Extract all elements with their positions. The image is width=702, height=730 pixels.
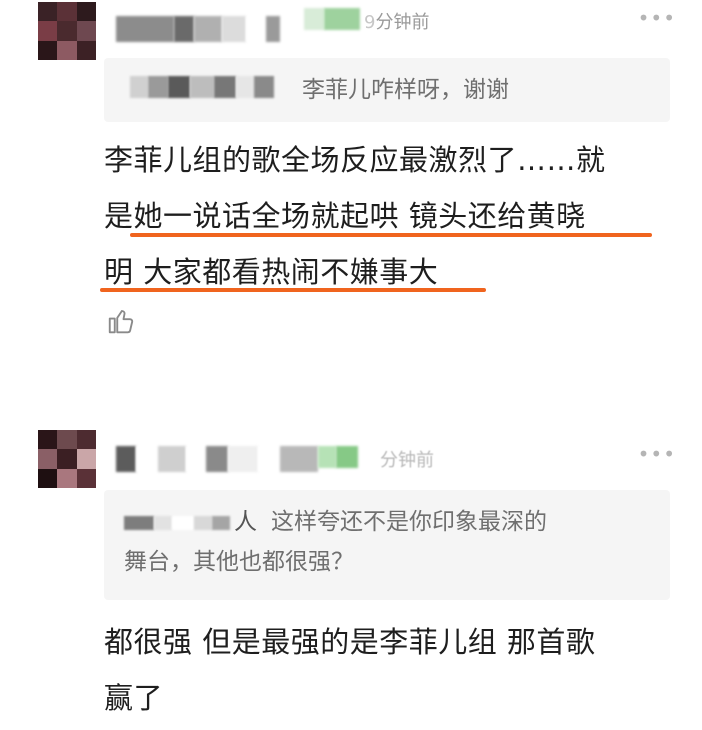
comment-body-line: 都很强 但是最强的是李菲儿组 那首歌: [104, 625, 596, 659]
reply-username-blurred: [124, 516, 230, 530]
comment-item: 分钟前 ••• 人这样夸还不是你印象最深的 舞台，其他也都很强？ 都很强 但是最…: [0, 420, 702, 730]
reply-prefix: 人: [234, 509, 257, 535]
username-blurred[interactable]: [116, 16, 280, 42]
more-dots-icon[interactable]: •••: [638, 442, 676, 466]
time-prefix: 9: [364, 12, 376, 33]
comment-body-line: 赢了: [104, 681, 164, 715]
thumbs-up-icon[interactable]: [106, 306, 136, 336]
quoted-reply-text: 这样夸还不是你印象最深的: [271, 509, 547, 535]
more-dots-icon[interactable]: •••: [638, 6, 676, 30]
time-text: 分钟前: [375, 12, 430, 33]
comment-item: 9分钟前 ••• 李菲儿咋样呀，谢谢 李菲儿组的歌全场反应最激烈了……就 是她一…: [0, 0, 702, 360]
username-blurred[interactable]: [116, 446, 318, 472]
quoted-reply[interactable]: 李菲儿咋样呀，谢谢: [104, 58, 670, 122]
quoted-reply[interactable]: 人这样夸还不是你印象最深的 舞台，其他也都很强？: [104, 490, 670, 600]
highlight-underline: [100, 288, 486, 292]
comment-body-line: 李菲儿组的歌全场反应最激烈了……就: [104, 143, 606, 177]
comment-body: 都很强 但是最强的是李菲儿组 那首歌 赢了: [104, 614, 674, 726]
user-badge-blurred: [304, 8, 360, 30]
comment-body: 李菲儿组的歌全场反应最激烈了……就 是她一说话全场就起哄 镜头还给黄晓 明 大家…: [104, 132, 674, 300]
comment-time: 9分钟前: [364, 8, 429, 34]
user-badge-blurred: [318, 446, 358, 468]
highlight-underline: [130, 233, 652, 237]
avatar[interactable]: [38, 430, 96, 488]
comment-time: 分钟前: [380, 450, 434, 471]
reply-username-blurred: [130, 76, 274, 98]
quoted-reply-text: 舞台，其他也都很强？: [124, 549, 354, 575]
quoted-reply-text: 李菲儿咋样呀，谢谢: [302, 77, 509, 103]
avatar[interactable]: [38, 2, 96, 60]
quoted-reply-line: 人这样夸还不是你印象最深的: [234, 502, 547, 542]
